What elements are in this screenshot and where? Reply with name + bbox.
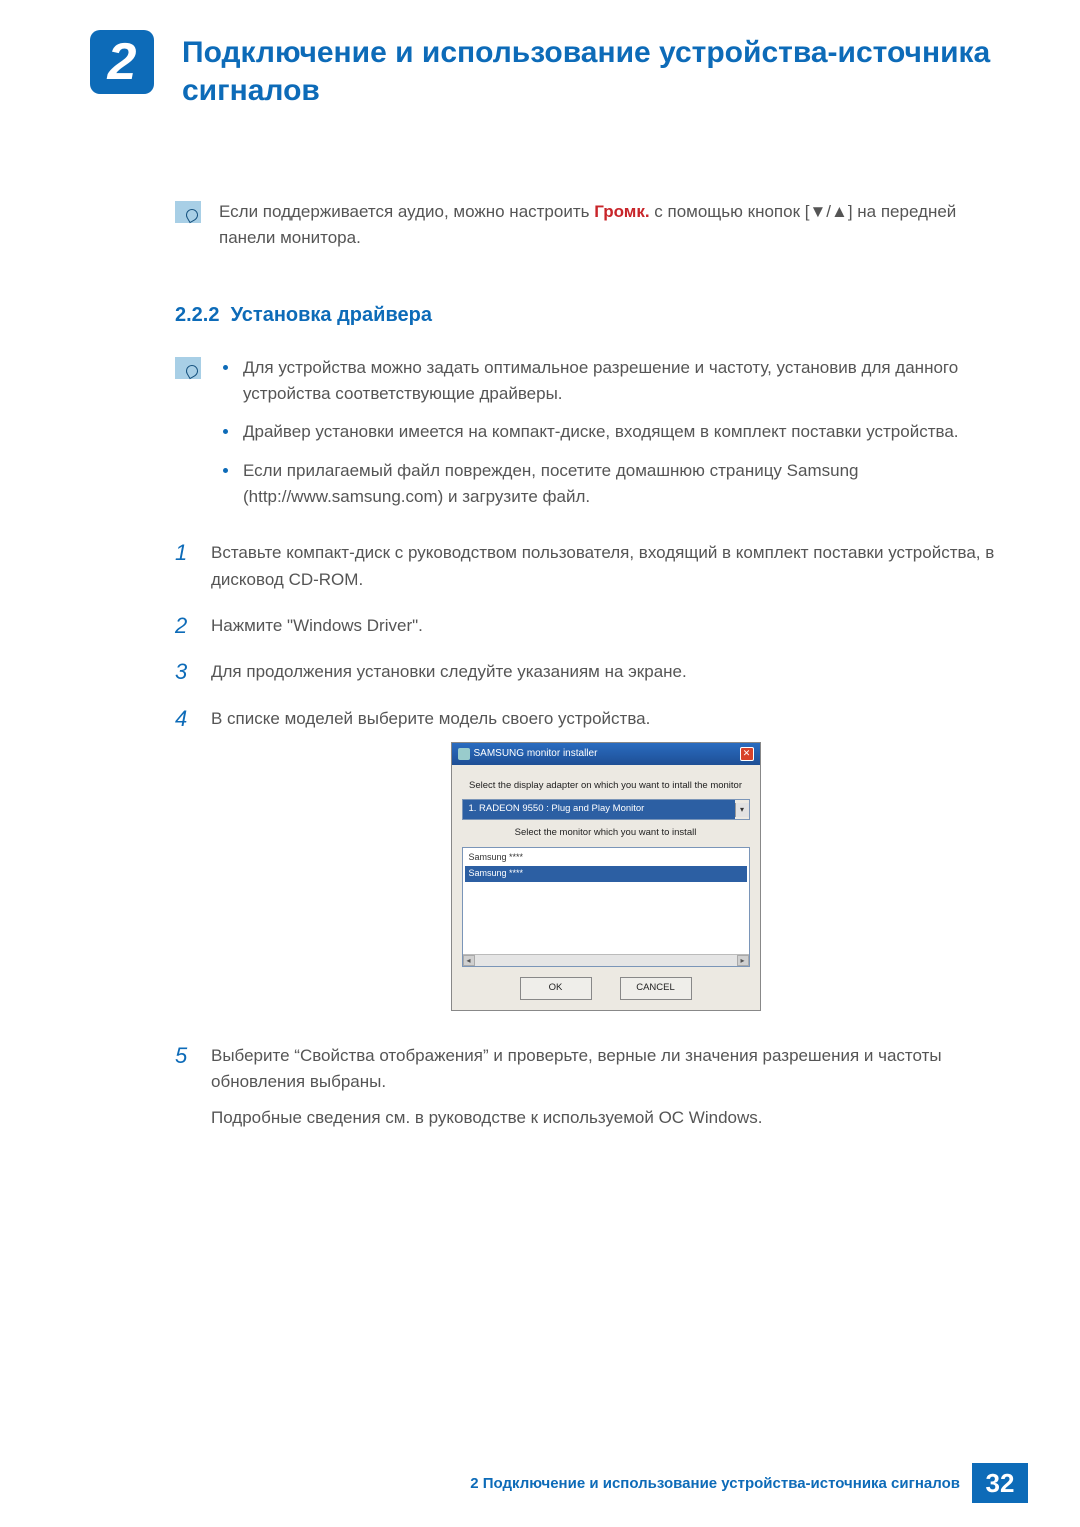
step-number: 5 — [175, 1043, 191, 1069]
dialog-label-monitor: Select the monitor which you want to ins… — [462, 826, 750, 841]
list-item[interactable]: Samsung **** — [465, 866, 747, 882]
step-number: 1 — [175, 540, 191, 566]
step-text: Выберите “Свойства отображения” и провер… — [211, 1043, 1000, 1096]
step: 1 Вставьте компакт-диск с руководством п… — [175, 540, 1000, 599]
step-text: В списке моделей выберите модель своего … — [211, 706, 1000, 732]
note-icon — [175, 357, 201, 379]
intro-note: Если поддерживается аудио, можно настрои… — [219, 199, 1000, 252]
horizontal-scrollbar[interactable]: ◂ ▸ — [463, 954, 749, 966]
section-title: Установка драйвера — [231, 304, 432, 326]
list-item[interactable]: Samsung **** — [465, 850, 747, 866]
step: 4 В списке моделей выберите модель своег… — [175, 706, 1000, 1029]
chapter-number-badge: 2 — [90, 30, 154, 94]
bullet-list: Для устройства можно задать оптимальное … — [219, 355, 1000, 523]
intro-note-symbols: ▼/▲ — [809, 202, 847, 221]
steps-list: 1 Вставьте компакт-диск с руководством п… — [175, 540, 1000, 1137]
step-extra: Подробные сведения см. в руководстве к и… — [211, 1105, 1000, 1131]
intro-note-after-bold: с помощью кнопок [ — [650, 202, 810, 221]
dialog-label-adapter: Select the display adapter on which you … — [462, 779, 750, 794]
monitor-list[interactable]: Samsung **** Samsung **** ◂ ▸ — [462, 847, 750, 967]
footer-chapter-text: 2 Подключение и использование устройства… — [470, 1463, 972, 1503]
app-icon — [458, 748, 470, 760]
intro-note-bold: Громк. — [594, 202, 649, 221]
step-number: 3 — [175, 659, 191, 685]
dialog-title-text: SAMSUNG monitor installer — [474, 746, 598, 762]
adapter-select[interactable]: 1. RADEON 9550 : Plug and Play Monitor ▾ — [462, 799, 750, 820]
step-number: 4 — [175, 706, 191, 732]
step-text: Для продолжения установки следуйте указа… — [211, 659, 1000, 685]
adapter-select-value: 1. RADEON 9550 : Plug and Play Monitor — [463, 800, 735, 819]
list-item: Для устройства можно задать оптимальное … — [219, 355, 1000, 408]
installer-dialog: SAMSUNG monitor installer ✕ Select the d… — [451, 742, 761, 1010]
step: 2 Нажмите "Windows Driver". — [175, 613, 1000, 645]
section-heading: 2.2.2 Установка драйвера — [175, 304, 1000, 327]
scroll-right-icon[interactable]: ▸ — [737, 955, 749, 966]
intro-note-before: Если поддерживается аудио, можно настрои… — [219, 202, 594, 221]
list-item: Если прилагаемый файл поврежден, посетит… — [219, 458, 1000, 511]
chapter-title: Подключение и использование устройства-и… — [182, 30, 1000, 109]
page-number: 32 — [972, 1463, 1028, 1503]
note-icon — [175, 201, 201, 223]
scroll-left-icon[interactable]: ◂ — [463, 955, 475, 966]
step-number: 2 — [175, 613, 191, 639]
step: 3 Для продолжения установки следуйте ука… — [175, 659, 1000, 691]
close-icon[interactable]: ✕ — [740, 747, 754, 761]
chevron-down-icon[interactable]: ▾ — [735, 803, 749, 817]
step: 5 Выберите “Свойства отображения” и пров… — [175, 1043, 1000, 1138]
cancel-button[interactable]: CANCEL — [620, 977, 692, 1000]
dialog-titlebar: SAMSUNG monitor installer ✕ — [452, 743, 760, 765]
ok-button[interactable]: OK — [520, 977, 592, 1000]
step-text: Нажмите "Windows Driver". — [211, 613, 1000, 639]
list-item: Драйвер установки имеется на компакт-дис… — [219, 419, 1000, 445]
step-text: Вставьте компакт-диск с руководством пол… — [211, 540, 1000, 593]
section-number: 2.2.2 — [175, 304, 219, 326]
